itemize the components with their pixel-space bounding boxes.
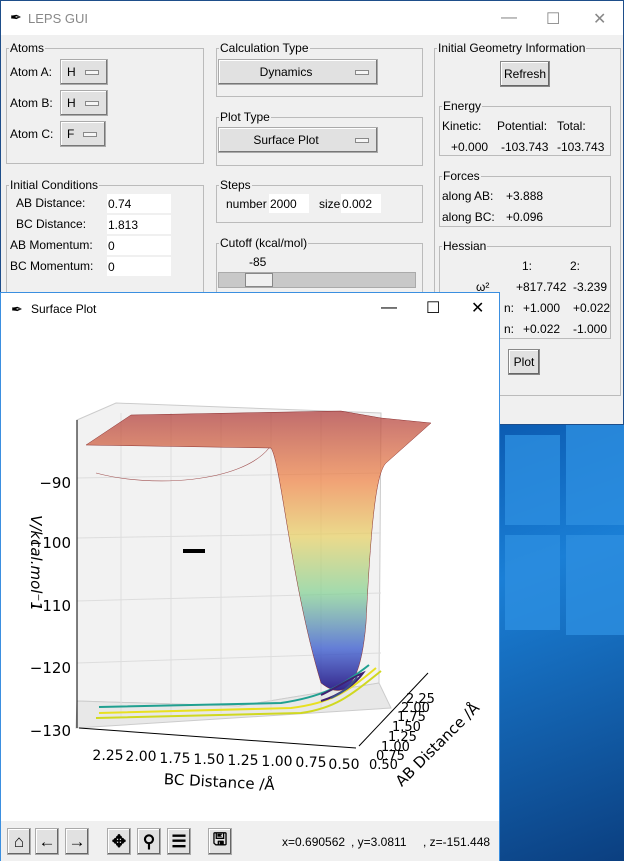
ab-distance-label: AB Distance: (16, 196, 86, 210)
hessian-value: +1.000 (523, 301, 561, 315)
maximize-button[interactable]: ☐ (546, 9, 560, 29)
refresh-button[interactable]: Refresh (500, 61, 550, 87)
save-icon[interactable]: 🖫 (208, 828, 232, 855)
hessian-col-1: 1: (522, 259, 533, 273)
total-value: -103.743 (557, 140, 605, 154)
svg-text:1.75: 1.75 (159, 751, 190, 767)
svg-text:2.00: 2.00 (125, 749, 156, 765)
svg-text:1.25: 1.25 (227, 753, 258, 769)
hessian-row-label: n: (504, 301, 515, 315)
svg-text:2.25: 2.25 (92, 748, 123, 764)
forward-arrow-icon[interactable]: → (65, 828, 89, 855)
plot-button[interactable]: Plot (508, 349, 540, 375)
trajectory-marker (183, 549, 205, 553)
total-label: Total: (557, 119, 586, 133)
configure-subplots-icon[interactable]: ☰ (167, 828, 191, 855)
bc-distance-input[interactable] (107, 215, 171, 234)
calculation-type-select[interactable]: Dynamics (218, 59, 378, 85)
hessian-value: -1.000 (573, 322, 608, 336)
kinetic-value: +0.000 (451, 140, 489, 154)
surface-plot-window: ✒ Surface Plot — ☐ ✕ −90 −100 −110 −120 … (0, 292, 500, 861)
title-bar: ✒ LEPS GUI — ☐ ✕ (1, 1, 623, 35)
hessian-value: -3.239 (573, 280, 608, 294)
minimize-button[interactable]: — (501, 9, 517, 27)
potential-value: -103.743 (501, 140, 549, 154)
hessian-value: +0.022 (523, 322, 561, 336)
atom-c-label: Atom C: (10, 127, 54, 141)
ab-momentum-input[interactable] (107, 236, 171, 255)
steps-size-label: size (319, 197, 341, 211)
svg-text:1.50: 1.50 (193, 752, 224, 768)
steps-number-label: number (226, 197, 267, 211)
z-axis-label: V/kcal.mol⁻1 (27, 515, 45, 611)
steps-size-input[interactable] (341, 194, 381, 213)
svg-text:−130: −130 (30, 722, 71, 740)
cutoff-value: -85 (249, 255, 267, 269)
potential-label: Potential: (497, 119, 548, 133)
force-bc-value: +0.096 (506, 210, 544, 224)
svg-text:0.50: 0.50 (328, 757, 359, 773)
window-title: LEPS GUI (28, 11, 88, 26)
feather-icon: ✒ (10, 9, 22, 25)
kinetic-label: Kinetic: (442, 119, 482, 133)
pan-icon[interactable]: ✥ (107, 828, 131, 855)
maximize-button[interactable]: ☐ (426, 298, 440, 318)
svg-text:0.75: 0.75 (295, 755, 326, 771)
plot-window-title: Surface Plot (31, 302, 97, 316)
steps-number-input[interactable] (269, 194, 309, 213)
close-button[interactable]: ✕ (593, 9, 606, 29)
zoom-icon[interactable]: ⚲ (137, 828, 161, 855)
svg-text:1.00: 1.00 (261, 754, 292, 770)
cursor-y-readout: , y=3.0811 (351, 835, 407, 849)
force-ab-label: along AB: (442, 189, 494, 203)
ab-distance-input[interactable] (107, 194, 171, 213)
slider-handle[interactable] (245, 273, 273, 287)
surface-plot[interactable]: −90 −100 −110 −120 −130 V/kcal.mol⁻1 2.2… (1, 323, 499, 820)
minimize-button[interactable]: — (381, 299, 397, 317)
plot-title-bar: ✒ Surface Plot — ☐ ✕ (1, 293, 499, 323)
x-axis-label: BC Distance /Å (163, 769, 276, 794)
home-icon[interactable]: ⌂ (7, 828, 31, 855)
bc-distance-label: BC Distance: (16, 217, 87, 231)
back-arrow-icon[interactable]: ← (35, 828, 59, 855)
atom-c-select[interactable]: F (60, 121, 106, 147)
cursor-x-readout: x=0.690562 (282, 835, 346, 849)
svg-text:2.25: 2.25 (406, 692, 435, 707)
cursor-z-readout: , z=-151.448 (423, 835, 491, 849)
plot-type-select[interactable]: Surface Plot (218, 127, 378, 153)
hessian-col-2: 2: (570, 259, 581, 273)
bc-momentum-input[interactable] (107, 257, 171, 276)
close-button[interactable]: ✕ (471, 298, 484, 318)
hessian-row-label: n: (504, 322, 515, 336)
atom-a-select[interactable]: H (60, 59, 108, 85)
bc-momentum-label: BC Momentum: (10, 259, 94, 273)
hessian-value: +817.742 (516, 280, 567, 294)
feather-icon: ✒ (11, 301, 23, 317)
atom-b-label: Atom B: (10, 96, 53, 110)
hessian-value: +0.022 (573, 301, 611, 315)
atom-a-label: Atom A: (10, 65, 53, 79)
cutoff-slider[interactable] (218, 272, 416, 288)
atom-b-select[interactable]: H (60, 90, 108, 116)
force-bc-label: along BC: (442, 210, 495, 224)
x-tick-labels: 2.25 2.00 1.75 1.50 1.25 1.00 0.75 0.50 (92, 748, 359, 773)
svg-text:−120: −120 (30, 659, 71, 677)
svg-text:−90: −90 (39, 474, 71, 492)
ab-momentum-label: AB Momentum: (10, 238, 93, 252)
force-ab-value: +3.888 (506, 189, 544, 203)
